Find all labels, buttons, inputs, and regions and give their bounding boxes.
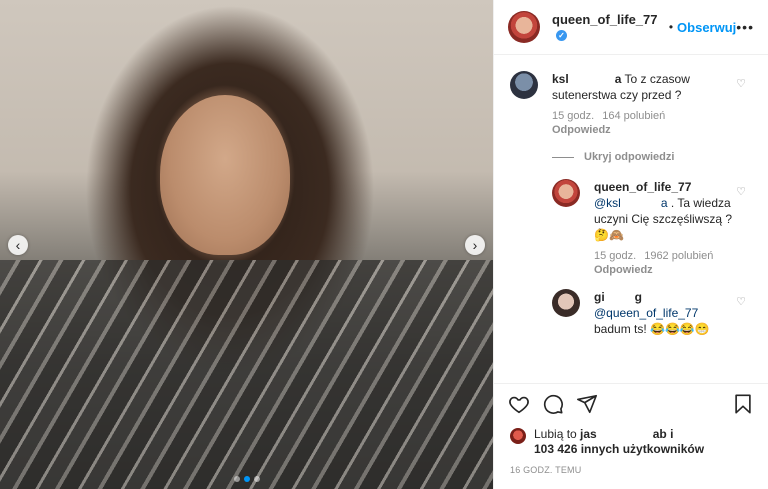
next-photo-button[interactable]: ›	[465, 235, 485, 255]
redacted-username-part	[568, 73, 615, 83]
instagram-post: ‹ › queen_of_life_77 ✓ • Obserwuj ••• ksl…	[0, 0, 768, 489]
post-header: queen_of_life_77 ✓ • Obserwuj •••	[494, 0, 768, 55]
reply-button[interactable]: Odpowiedz	[594, 264, 653, 276]
comment-username[interactable]: queen_of_life_77	[594, 179, 734, 195]
comment-username[interactable]: ksl a	[552, 72, 621, 86]
liker-avatar[interactable]	[510, 428, 526, 444]
commenter-avatar[interactable]	[510, 71, 538, 99]
comment-username-start[interactable]: ksl	[552, 72, 569, 86]
like-heart-icon[interactable]	[508, 393, 530, 415]
comments-list: ksl a To z czasow sutenerstwa czy przed ?…	[494, 55, 768, 383]
comment-body: queen_of_life_77 @ksl a . Ta wiedza uczyn…	[594, 179, 734, 277]
previous-photo-button[interactable]: ‹	[8, 235, 28, 255]
likes-text: Lubią to jas ab i 103 426 innych użytkown…	[534, 427, 704, 457]
comment-text: badum ts! 😂😂😂😁	[594, 322, 710, 336]
commenter-avatar[interactable]	[552, 289, 580, 317]
like-comment-heart-icon[interactable]: ♡	[736, 185, 746, 198]
hide-replies-toggle[interactable]: Ukryj odpowiedzi	[552, 151, 752, 163]
comment-meta: 15 godz. 164 polubień Odpowiedz	[552, 109, 732, 137]
redacted-username-part	[620, 197, 661, 207]
post-timestamp[interactable]: 16 GODZ. TEMU	[494, 457, 768, 489]
replies-divider-line	[552, 156, 574, 158]
comment-username[interactable]: gi g	[594, 290, 642, 304]
comment-username-end[interactable]: a	[615, 72, 622, 86]
verified-badge-icon: ✓	[556, 30, 567, 41]
redacted-username-part	[604, 291, 635, 301]
carousel-dot	[253, 476, 260, 482]
save-bookmark-icon[interactable]	[732, 393, 754, 415]
author-username[interactable]: queen_of_life_77 ✓	[552, 12, 665, 42]
reply-button[interactable]: Odpowiedz	[552, 124, 611, 136]
post-actions	[494, 383, 768, 423]
comment-time[interactable]: 15 godz.	[594, 250, 636, 262]
liker-username-end[interactable]: ab i	[653, 427, 674, 441]
likes-count-link[interactable]: 103 426 innych użytkowników	[534, 442, 704, 456]
carousel-dots	[0, 476, 493, 482]
like-comment-heart-icon[interactable]: ♡	[736, 77, 746, 90]
mention-start[interactable]: @ksl	[594, 196, 621, 210]
commenter-avatar[interactable]	[552, 179, 580, 207]
chevron-left-icon: ‹	[15, 237, 21, 253]
comment-body: gi g @queen_of_life_77 badum ts! 😂😂😂😁	[594, 289, 734, 337]
carousel-dot-active	[243, 476, 250, 482]
comment-time[interactable]: 15 godz.	[552, 110, 594, 122]
photo-face-area	[160, 95, 290, 255]
author-username-text[interactable]: queen_of_life_77	[552, 12, 658, 27]
chevron-right-icon: ›	[472, 237, 478, 253]
likes-summary: Lubią to jas ab i 103 426 innych użytkown…	[494, 423, 768, 457]
header-separator: •	[668, 20, 674, 34]
reply: queen_of_life_77 @ksl a . Ta wiedza uczyn…	[552, 179, 752, 277]
like-comment-heart-icon[interactable]: ♡	[736, 295, 746, 308]
post-photo[interactable]: ‹ ›	[0, 0, 493, 489]
comment-likes[interactable]: 1962 polubień	[644, 250, 713, 262]
follow-button[interactable]: Obserwuj	[677, 20, 736, 35]
mention-end[interactable]: a	[661, 196, 668, 210]
hide-replies-label[interactable]: Ukryj odpowiedzi	[584, 151, 674, 163]
redacted-username-part	[596, 428, 653, 438]
more-horizontal-icon[interactable]: •••	[736, 19, 754, 35]
comment-bubble-icon[interactable]	[542, 393, 564, 415]
share-paper-plane-icon[interactable]	[576, 393, 598, 415]
mention-link[interactable]: @ksl a	[594, 196, 668, 210]
photo-jacket-area	[0, 260, 493, 489]
likes-prefix: Lubią to	[534, 427, 577, 441]
comment-likes[interactable]: 164 polubień	[602, 110, 665, 122]
liker-username[interactable]: jas ab i	[580, 427, 673, 441]
comment: ksl a To z czasow sutenerstwa czy przed ?…	[510, 71, 752, 137]
liker-username-start[interactable]: jas	[580, 427, 597, 441]
mention-link[interactable]: @queen_of_life_77	[594, 306, 698, 320]
reply: gi g @queen_of_life_77 badum ts! 😂😂😂😁 ♡	[552, 289, 752, 337]
post-sidebar: queen_of_life_77✓ • Obserwuj ••• ksl a To…	[493, 0, 768, 489]
comment-username-end[interactable]: g	[635, 290, 642, 304]
comment-meta: 15 godz. 1962 polubień Odpowiedz	[594, 249, 734, 277]
comment-username-start[interactable]: gi	[594, 290, 605, 304]
carousel-dot	[233, 476, 240, 482]
comment-body: ksl a To z czasow sutenerstwa czy przed ?…	[552, 71, 732, 137]
author-avatar[interactable]	[508, 11, 540, 43]
